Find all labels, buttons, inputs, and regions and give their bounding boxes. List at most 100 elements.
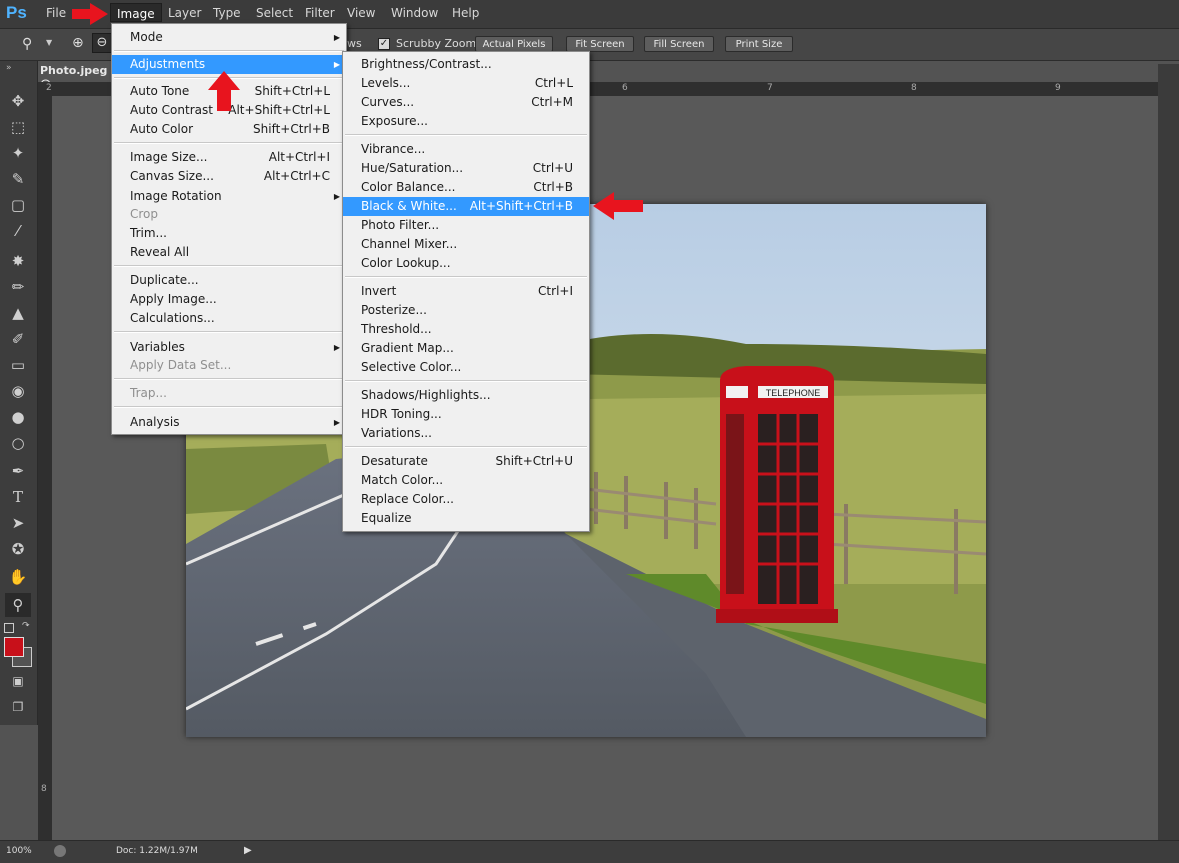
pen-tool-icon[interactable]: ✒ [8,461,28,481]
menu-item-desaturate[interactable]: Desaturate Shift+Ctrl+U [343,452,589,471]
custom-shape-icon[interactable]: ✪ [8,539,28,559]
menu-item-posterize[interactable]: Posterize... [343,301,589,320]
menu-item-label: Trap... [130,386,167,400]
menu-item-label: Auto Color [130,122,194,136]
menu-item-color-balance[interactable]: Color Balance... Ctrl+B [343,178,589,197]
fill-screen-button[interactable]: Fill Screen [644,36,714,52]
swap-colors-icon[interactable]: ↷ [22,621,30,631]
eraser-icon[interactable]: ▭ [8,355,28,375]
menu-divider [345,134,587,136]
menu-layer[interactable]: Layer [168,6,201,22]
menu-item-color-lookup[interactable]: Color Lookup... [343,254,589,273]
menu-item-image-rotation[interactable]: Image Rotation ▶ [112,187,346,206]
zoom-in-icon[interactable]: ⊕ [72,35,84,51]
menu-item-mode[interactable]: Mode ▶ [112,28,346,47]
menu-item-label: Curves... [361,95,415,109]
zoom-icon[interactable]: ⚲ [22,36,40,52]
menu-item-reveal-all[interactable]: Reveal All [112,243,346,262]
menu-item-variations[interactable]: Variations... [343,424,589,443]
zoom-level[interactable]: 100% [6,846,32,856]
menu-item-trim[interactable]: Trim... [112,224,346,243]
menu-item-hue-saturation[interactable]: Hue/Saturation... Ctrl+U [343,159,589,178]
quick-mask-icon[interactable]: ▣ [8,671,28,691]
menu-item-levels[interactable]: Levels... Ctrl+L [343,74,589,93]
export-icon[interactable] [54,845,66,857]
menu-shortcut: Ctrl+L [534,76,573,90]
type-tool-icon[interactable]: T [8,487,28,507]
menu-item-canvas-size[interactable]: Canvas Size... Alt+Ctrl+C [112,167,346,186]
menu-item-label: Analysis [130,415,180,429]
menu-image[interactable]: Image [110,3,162,22]
menu-item-threshold[interactable]: Threshold... [343,320,589,339]
menu-item-exposure[interactable]: Exposure... [343,112,589,131]
menu-item-vibrance[interactable]: Vibrance... [343,140,589,159]
marquee-tool-icon[interactable]: ⬚ [8,117,28,137]
collapse-icon[interactable]: » [6,63,12,73]
foreground-color-swatch[interactable] [4,637,24,657]
dodge-icon[interactable]: ○ [8,433,28,453]
menu-item-invert[interactable]: Invert Ctrl+I [343,282,589,301]
menu-item-replace-color[interactable]: Replace Color... [343,490,589,509]
menu-item-auto-color[interactable]: Auto Color Shift+Ctrl+B [112,120,346,139]
menu-item-channel-mixer[interactable]: Channel Mixer... [343,235,589,254]
path-selection-icon[interactable]: ➤ [8,513,28,533]
menu-shortcut: Ctrl+B [533,180,573,194]
menu-item-black-white[interactable]: Black & White... Alt+Shift+Ctrl+B [343,197,589,216]
menu-view[interactable]: View [347,6,375,22]
menu-type[interactable]: Type [213,6,241,22]
menu-item-label: Invert [361,284,397,298]
menu-window[interactable]: Window [391,6,438,22]
menu-divider [345,446,587,448]
menu-item-analysis[interactable]: Analysis ▶ [112,413,346,432]
zoom-out-icon[interactable]: ⊖ [92,33,112,53]
menu-item-label: Auto Contrast [130,103,213,117]
menu-item-label: Apply Image... [130,292,217,306]
quick-selection-icon[interactable]: ✎ [8,169,28,189]
hand-tool-icon[interactable]: ✋ [8,567,28,587]
menu-shortcut: Alt+Ctrl+I [268,150,330,164]
paint-bucket-icon[interactable]: ◉ [8,381,28,401]
menu-item-photo-filter[interactable]: Photo Filter... [343,216,589,235]
menu-help[interactable]: Help [452,6,479,22]
menu-select[interactable]: Select [256,6,293,22]
eyedropper-icon[interactable]: ⁄ [8,221,28,241]
menu-shortcut: Ctrl+M [531,95,573,109]
blur-icon[interactable]: ● [8,407,28,427]
menu-item-hdr-toning[interactable]: HDR Toning... [343,405,589,424]
menu-item-shadows-highlights[interactable]: Shadows/Highlights... [343,386,589,405]
menu-filter[interactable]: Filter [305,6,335,22]
scrubby-zoom-checkbox[interactable]: ✓ [378,38,390,50]
menu-file[interactable]: File [46,6,66,22]
lasso-tool-icon[interactable]: ✦ [8,143,28,163]
default-colors-icon[interactable] [4,623,14,633]
vertical-scrollbar[interactable] [1158,64,1179,850]
move-tool-icon[interactable]: ✥ [8,91,28,111]
menu-item-duplicate[interactable]: Duplicate... [112,271,346,290]
crop-tool-icon[interactable]: ▢ [8,195,28,215]
history-brush-icon[interactable]: ✐ [8,329,28,349]
menu-item-apply-image[interactable]: Apply Image... [112,290,346,309]
menu-item-brightness-contrast[interactable]: Brightness/Contrast... [343,55,589,74]
menu-item-variables[interactable]: Variables ▶ [112,338,346,357]
menu-shortcut: Alt+Shift+Ctrl+L [228,103,330,117]
ruler-tick-label: 2 [46,83,52,93]
document-tab[interactable]: Photo.jpeg @ [38,64,120,90]
menu-item-curves[interactable]: Curves... Ctrl+M [343,93,589,112]
actual-pixels-button[interactable]: Actual Pixels [475,36,553,52]
zoom-tool-icon[interactable]: ⚲ [5,593,31,617]
chevron-down-icon[interactable]: ▼ [46,38,52,47]
healing-brush-icon[interactable]: ✸ [8,251,28,271]
menu-item-selective-color[interactable]: Selective Color... [343,358,589,377]
menu-item-image-size[interactable]: Image Size... Alt+Ctrl+I [112,148,346,167]
brush-icon[interactable]: ✏ [8,277,28,297]
ruler-tick-label: 8 [41,784,47,794]
print-size-button[interactable]: Print Size [725,36,793,52]
menu-item-gradient-map[interactable]: Gradient Map... [343,339,589,358]
status-menu-arrow-icon[interactable]: ▶ [244,845,252,856]
fit-screen-button[interactable]: Fit Screen [566,36,634,52]
menu-item-equalize[interactable]: Equalize [343,509,589,528]
screen-mode-icon[interactable]: ❐ [8,697,28,717]
menu-item-match-color[interactable]: Match Color... [343,471,589,490]
menu-item-calculations[interactable]: Calculations... [112,309,346,328]
clone-stamp-icon[interactable]: ▲ [8,303,28,323]
